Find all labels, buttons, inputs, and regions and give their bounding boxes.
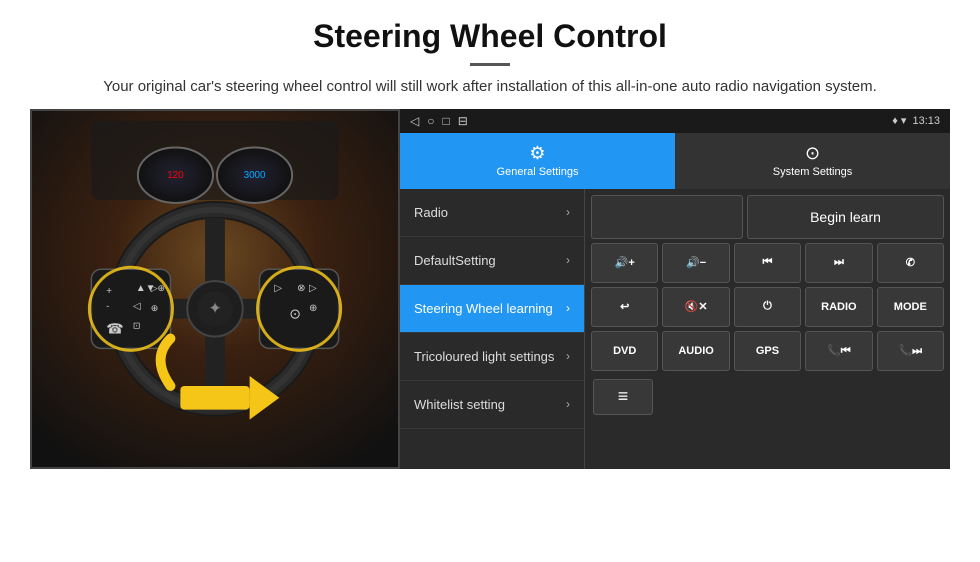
gps-label: GPS [756,345,779,357]
call-prev-icon: 📞⏮ [827,344,851,358]
svg-text:120: 120 [167,170,184,181]
page-header: Steering Wheel Control Your original car… [0,0,980,109]
empty-cell [591,195,743,239]
menu-panel: Radio › DefaultSetting › Steering Wheel … [400,189,585,469]
chevron-icon-whitelist: › [566,397,570,411]
call-next-button[interactable]: 📞⏭ [877,331,944,371]
power-button[interactable]: ⏻ [734,287,801,327]
screenshot-icon: ⊟ [458,114,468,128]
mute-button[interactable]: 🔇✕ [662,287,729,327]
next-track-button[interactable]: ⏭ [805,243,872,283]
svg-text:+: + [106,285,112,296]
steering-wheel-image: 120 3000 ✦ + - ☎ ▲▼ ◁ [30,109,400,469]
begin-learn-row: Begin learn [591,195,944,239]
svg-text:✦: ✦ [208,300,221,317]
chevron-icon-radio: › [566,205,570,219]
vol-up-button[interactable]: 🔊+ [591,243,658,283]
controls-row-3: DVD AUDIO GPS 📞⏮ 📞⏭ [591,331,944,371]
whitelist-list-button[interactable]: ≡ [593,379,653,415]
system-settings-icon: ⊙ [805,143,820,164]
svg-text:☎: ☎ [106,320,123,336]
controls-panel: Begin learn 🔊+ 🔊− ⏮ ⏭ [585,189,950,469]
dvd-button[interactable]: DVD [591,331,658,371]
chevron-icon-steering: › [566,301,570,315]
chevron-icon-default: › [566,253,570,267]
whitelist-icon-row: ≡ [591,375,944,419]
page-subtitle: Your original car's steering wheel contr… [40,76,940,99]
menu-item-radio[interactable]: Radio › [400,189,584,237]
back-button[interactable]: ↩ [591,287,658,327]
dvd-label: DVD [613,345,636,357]
call-icon: ✆ [906,256,915,269]
menu-label-radio: Radio [414,205,448,220]
vol-down-button[interactable]: 🔊− [662,243,729,283]
svg-text:⊕: ⊕ [309,302,317,313]
tab-system-label: System Settings [773,166,852,178]
next-icon: ⏭ [834,256,844,269]
menu-item-steering-wheel[interactable]: Steering Wheel learning › [400,285,584,333]
svg-text:⊗: ⊗ [297,282,305,293]
mode-button[interactable]: MODE [877,287,944,327]
call-prev-button[interactable]: 📞⏮ [805,331,872,371]
home-icon: ○ [427,114,434,128]
android-panel: ◁ ○ □ ⊟ ♦ ▾ 13:13 ⚙ General Settings ⊙ S… [400,109,950,469]
menu-label-default: DefaultSetting [414,253,496,268]
tab-general-label: General Settings [497,166,579,178]
vol-up-icon: 🔊+ [615,256,635,269]
svg-text:◁: ◁ [133,300,141,311]
back-arrow-icon: ↩ [620,300,629,313]
menu-label-steering: Steering Wheel learning [414,301,553,316]
signal-icon: ♦ ▾ [892,114,906,127]
controls-row-1: 🔊+ 🔊− ⏮ ⏭ ✆ [591,243,944,283]
chevron-icon-tricoloured: › [566,349,570,363]
call-button[interactable]: ✆ [877,243,944,283]
main-content: 120 3000 ✦ + - ☎ ▲▼ ◁ [0,109,980,469]
svg-text:⊡: ⊡ [133,320,140,330]
general-settings-icon: ⚙ [529,143,545,164]
audio-label: AUDIO [678,345,713,357]
prev-track-button[interactable]: ⏮ [734,243,801,283]
radio-button[interactable]: RADIO [805,287,872,327]
svg-text:3000: 3000 [244,170,266,181]
main-area: Radio › DefaultSetting › Steering Wheel … [400,189,950,469]
menu-item-tricoloured[interactable]: Tricoloured light settings › [400,333,584,381]
audio-button[interactable]: AUDIO [662,331,729,371]
begin-learn-button[interactable]: Begin learn [747,195,944,239]
tab-system[interactable]: ⊙ System Settings [675,133,950,189]
radio-label: RADIO [821,301,856,313]
time-display: 13:13 [912,115,940,127]
menu-label-whitelist: Whitelist setting [414,397,505,412]
controls-row-2: ↩ 🔇✕ ⏻ RADIO MODE [591,287,944,327]
svg-text:-: - [106,300,109,310]
svg-text:⊙: ⊙ [289,305,301,321]
page-title: Steering Wheel Control [40,18,940,55]
back-icon: ◁ [410,114,419,128]
tab-general[interactable]: ⚙ General Settings [400,133,675,189]
call-next-icon: 📞⏭ [898,344,922,358]
gps-button[interactable]: GPS [734,331,801,371]
menu-item-default-setting[interactable]: DefaultSetting › [400,237,584,285]
svg-text:⊕: ⊕ [151,302,158,312]
title-divider [470,63,510,66]
status-bar-right: ♦ ▾ 13:13 [892,114,940,127]
prev-icon: ⏮ [763,256,773,269]
mode-label: MODE [894,301,927,313]
svg-text:▷: ▷ [309,282,317,293]
settings-tabs: ⚙ General Settings ⊙ System Settings [400,133,950,189]
list-icon: ≡ [618,386,629,407]
vol-down-icon: 🔊− [686,256,706,269]
mute-icon: 🔇✕ [685,300,708,313]
menu-label-tricoloured: Tricoloured light settings [414,349,554,364]
menu-item-whitelist[interactable]: Whitelist setting › [400,381,584,429]
svg-text:▷: ▷ [274,282,282,293]
status-bar-icons: ◁ ○ □ ⊟ [410,114,468,128]
recents-icon: □ [442,114,449,128]
power-icon: ⏻ [763,300,772,313]
status-bar: ◁ ○ □ ⊟ ♦ ▾ 13:13 [400,109,950,133]
